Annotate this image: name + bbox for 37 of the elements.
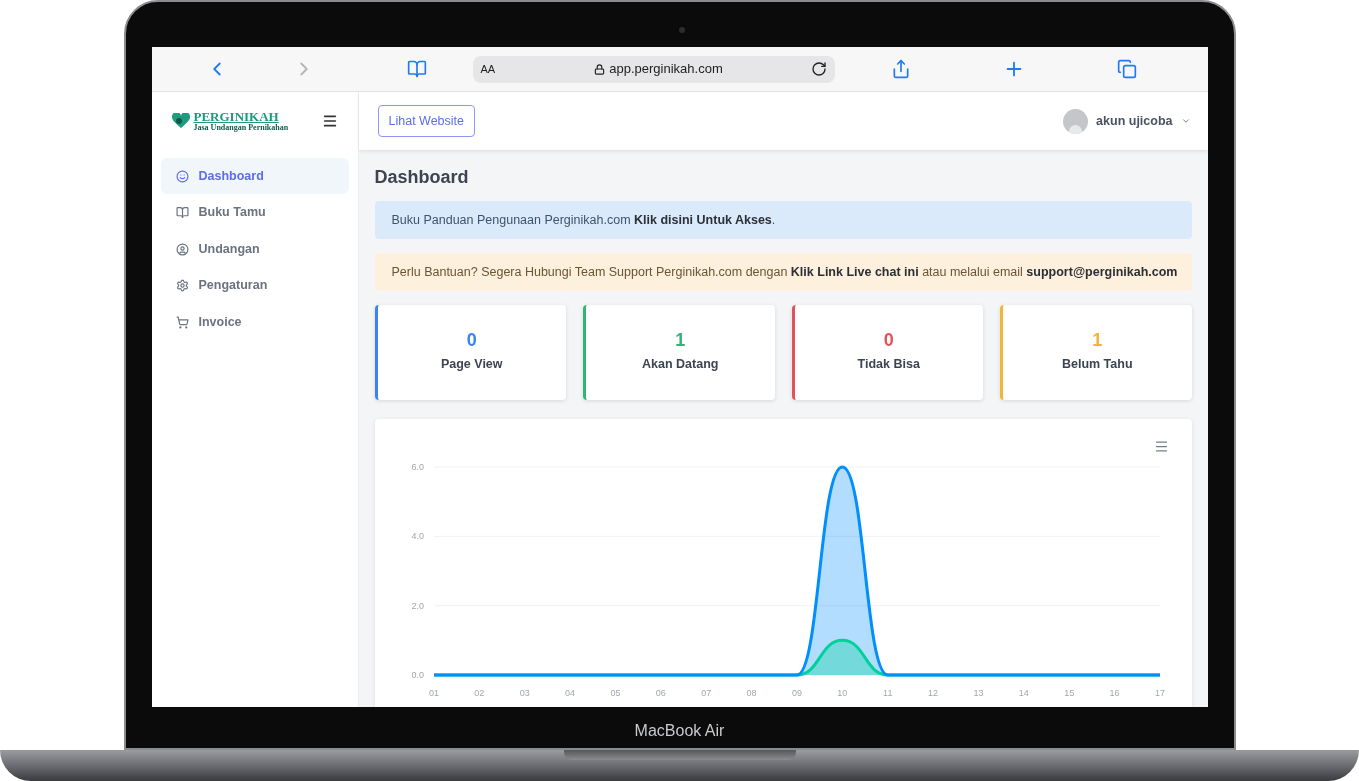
x-tick-label: 03 [519,688,530,698]
x-tick-label: 16 [1109,688,1120,698]
url-text: app.perginikah.com [609,60,723,79]
stat-label: Page View [440,356,503,374]
x-tick-label: 07 [700,688,711,698]
stat-value: 1 [1092,331,1103,350]
alert-text: Buku Panduan Pengunaan Perginikah.com Klik disini Untuk Akses. [391,211,776,229]
stat-label: Belum Tahu [1061,356,1133,374]
page-title: Dashboard [374,166,470,188]
stat-label: Akan Datang [642,356,719,374]
stat-label: Tidak Bisa [857,356,920,374]
x-tick-label: 10 [836,688,847,698]
x-tick-label: 11 [882,688,892,698]
user-name: akun ujicoba [1096,112,1173,130]
x-tick-label: 06 [655,688,666,698]
x-tick-label: 14 [1018,688,1029,698]
stat-value: 1 [675,331,686,350]
x-tick-label: 08 [746,688,757,698]
stat-value: 0 [883,331,894,350]
x-tick-label: 15 [1063,688,1074,698]
alert-text: Perlu Bantuan? Segera Hubungi Team Support Perginikah.com dengan Klik Link Live chat ini atau melalui email support@perginikah.com [391,263,1178,281]
x-tick-label: 09 [791,688,802,698]
y-tick-label: 4.0 [411,531,424,542]
x-tick-label: 13 [973,688,983,698]
x-tick-label: 05 [610,688,620,698]
y-tick-label: 2.0 [411,600,424,611]
logo-subtitle: Jasa Undangan Pernikahan [193,124,289,132]
y-tick-label: 0.0 [411,670,424,680]
stat-value: 0 [466,331,477,350]
x-tick-label: 12 [927,688,938,698]
x-tick-label: 04 [564,688,575,698]
x-tick-label: 17 [1154,688,1165,698]
y-tick-label: 6.0 [411,462,424,472]
logo-title: PERGINIKAH [193,110,280,123]
device-label: MacBook Air [634,720,725,741]
x-tick-label: 02 [473,688,484,698]
x-tick-label: 01 [428,688,439,698]
